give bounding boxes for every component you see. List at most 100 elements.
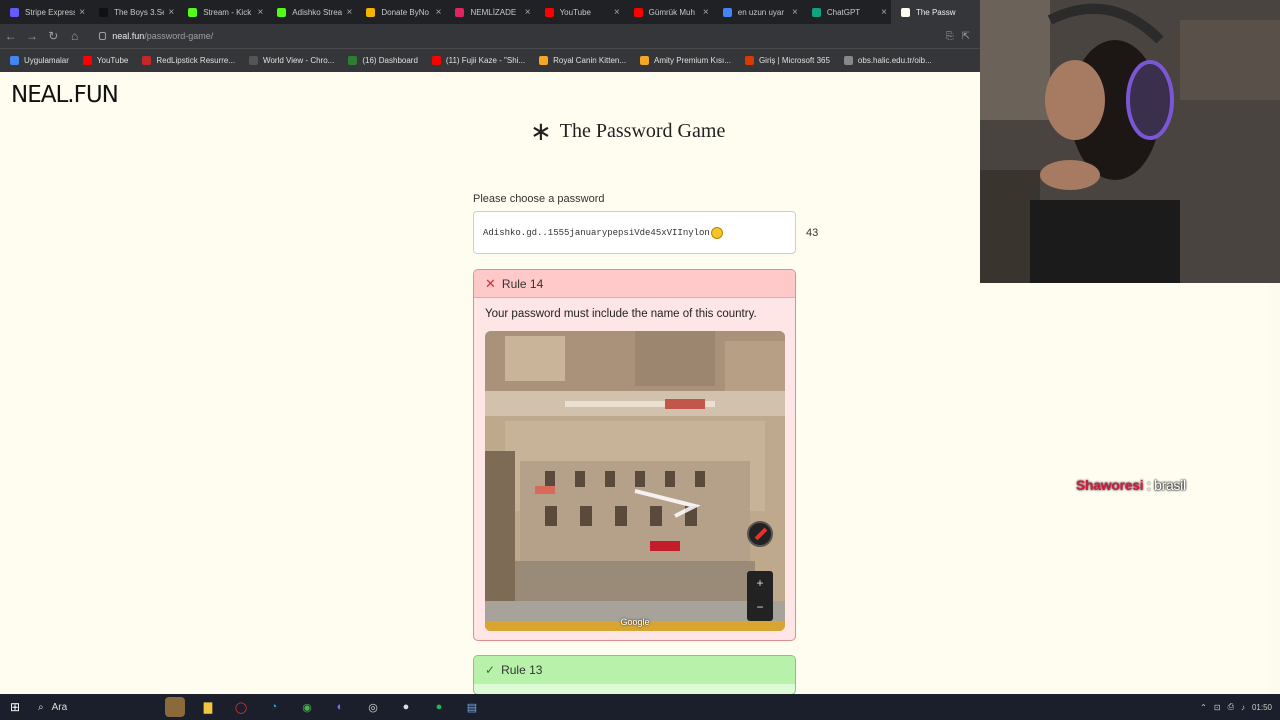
rule-card-failed: ✕ Rule 14 Your password must include the… (473, 269, 796, 641)
bookmark-favicon-icon (843, 56, 853, 65)
site-logo[interactable]: NEAL.FUN (11, 82, 119, 108)
browser-tab[interactable]: Stream - Kick × (178, 0, 267, 24)
taskbar-search[interactable]: ⌕ Ara (30, 702, 165, 713)
tab-title: Adishko Strea (292, 7, 343, 17)
forward-icon[interactable]: → (21, 29, 42, 43)
street-view-scene (485, 331, 785, 631)
tab-close-icon[interactable]: × (703, 7, 709, 18)
notepad-icon[interactable]: ▤ (462, 697, 482, 717)
tab-close-icon[interactable]: × (614, 7, 620, 18)
file-explorer-icon[interactable]: ▇ (198, 697, 218, 717)
discord-icon[interactable]: ◐ (330, 697, 350, 717)
bookmark-favicon-icon (744, 56, 754, 65)
bookmark-item[interactable]: (11) Fujii Kaze - "Shi... (431, 56, 526, 65)
bookmark-item[interactable]: Royal Canin Kitten... (539, 56, 626, 65)
tab-title: ChatGPT (826, 7, 861, 17)
bookmark-item[interactable]: (16) Dashboard (348, 56, 418, 65)
clock[interactable]: 01:50 (1252, 703, 1272, 712)
chat-message: Shaworesi : brasil (1076, 477, 1186, 493)
tab-close-icon[interactable]: × (525, 7, 531, 18)
chrome-icon[interactable]: ◉ (297, 697, 317, 717)
chevron-up-icon[interactable]: ⌃ (1200, 703, 1207, 712)
bookmark-item[interactable]: RedLipstick Resurre... (142, 56, 235, 65)
rule-card-passed: ✓ Rule 13 (473, 655, 796, 695)
browser-tab[interactable]: ChatGPT × (802, 0, 891, 24)
bookmark-item[interactable]: Uygulamalar (10, 56, 69, 65)
bookmarks-bar: Uygulamalar YouTube RedLipstick Resurre...… (0, 48, 980, 72)
character-count: 43 (806, 227, 819, 239)
tab-close-icon[interactable]: × (168, 7, 174, 18)
address-bar[interactable]: neal.fun/password-game/ (93, 27, 946, 45)
street-view-image[interactable]: + − Google (485, 331, 785, 631)
tab-title: Donate ByNo (381, 7, 429, 17)
tab-title: en uzun uyar (737, 7, 785, 17)
windows-taskbar: ⊞ ⌕ Ara ▇ ◯ ◔ ◉ ◐ ◎ ● ● ▤ ⌃ ⊡ ⎙ ♪ 01:50 (0, 694, 1280, 720)
obs-icon[interactable]: ● (396, 697, 416, 717)
zoom-control[interactable]: + − (747, 571, 773, 621)
windows-start-icon[interactable]: ⊞ (0, 700, 30, 714)
tab-favicon-icon (277, 7, 287, 17)
bookmark-item[interactable]: World View - Chro... (249, 56, 334, 65)
bookmark-item[interactable]: Amity Premium Kısı... (640, 56, 731, 65)
translate-icon[interactable]: ⎘ (946, 31, 954, 42)
url-host: neal.fun (112, 31, 145, 41)
tab-favicon-icon (811, 7, 821, 17)
tab-favicon-icon (900, 7, 910, 17)
browser-tab[interactable]: en uzun uyar × (713, 0, 802, 24)
tab-title: Gümrük Muh (648, 7, 695, 17)
compass-icon[interactable] (747, 521, 773, 547)
scrollbar[interactable] (1268, 283, 1280, 694)
browser-tab[interactable]: Stripe Express × (0, 0, 89, 24)
tab-close-icon[interactable]: × (79, 7, 85, 18)
bookmark-label: RedLipstick Resurre... (156, 56, 236, 65)
opera-icon[interactable]: ◯ (231, 697, 251, 717)
bookmark-label: Royal Canin Kitten... (553, 56, 627, 65)
spotify-icon[interactable]: ● (429, 697, 449, 717)
close-icon: ✕ (485, 275, 496, 291)
bookmark-favicon-icon (348, 56, 358, 65)
bookmark-label: Giriş | Microsoft 365 (758, 56, 830, 65)
webcam-feed (980, 0, 1280, 283)
tab-close-icon[interactable]: × (792, 7, 798, 18)
home-icon[interactable]: ⌂ (64, 29, 85, 43)
tab-close-icon[interactable]: × (347, 7, 353, 18)
browser-tab[interactable]: Donate ByNo × (356, 0, 445, 24)
browser-chrome: Stripe Express × The Boys 3.Se × Stream - Ki… (0, 0, 981, 72)
browser-tab[interactable]: NEMLİZADE × (445, 0, 534, 24)
tab-favicon-icon (366, 7, 376, 17)
reload-icon[interactable]: ↻ (43, 29, 64, 43)
bookmark-label: Amity Premium Kısı... (654, 56, 731, 65)
edge-icon[interactable]: ◔ (264, 697, 284, 717)
tab-title: Stripe Express (25, 7, 76, 17)
browser-tab[interactable]: The Boys 3.Se × (89, 0, 178, 24)
webcam-overlay (980, 0, 1280, 283)
bookmark-favicon-icon (431, 56, 441, 65)
browser-tab[interactable]: Adishko Strea × (267, 0, 356, 24)
browser-tab[interactable]: Gümrük Muh × (624, 0, 713, 24)
bookmark-item[interactable]: YouTube (82, 56, 128, 65)
network-icon[interactable]: ⊡ (1214, 703, 1221, 712)
app-icon[interactable]: ◎ (363, 697, 383, 717)
emoji-icon (710, 226, 723, 239)
page-title-text: The Password Game (559, 120, 726, 142)
bookmark-item[interactable]: Giriş | Microsoft 365 (744, 56, 830, 65)
weather-widget-icon[interactable] (165, 697, 185, 717)
tab-favicon-icon (10, 7, 19, 17)
bookmark-favicon-icon (249, 56, 259, 65)
tab-close-icon[interactable]: × (436, 7, 442, 18)
browser-tab[interactable]: YouTube × (535, 0, 624, 24)
bookmark-label: (11) Fujii Kaze - "Shi... (445, 56, 526, 65)
password-input[interactable]: Adishko.gd..1555januarypepsiVde45xVIInyl… (473, 211, 796, 254)
page-title: ∗ The Password Game (530, 118, 726, 144)
mic-icon[interactable]: ⎙ (1228, 702, 1234, 712)
tab-close-icon[interactable]: × (881, 7, 887, 18)
tab-close-icon[interactable]: × (257, 7, 263, 18)
bookmark-item[interactable]: obs.halic.edu.tr/oib... (843, 56, 932, 65)
browser-tab[interactable]: The Passw (890, 0, 981, 24)
url-path: /password-game/ (144, 31, 214, 41)
share-icon[interactable]: ⇱ (962, 31, 970, 42)
volume-icon[interactable]: ♪ (1241, 703, 1245, 712)
chat-text: : brasil (1143, 477, 1186, 493)
bookmark-label: Uygulamalar (24, 56, 69, 65)
back-icon[interactable]: ← (0, 29, 21, 43)
